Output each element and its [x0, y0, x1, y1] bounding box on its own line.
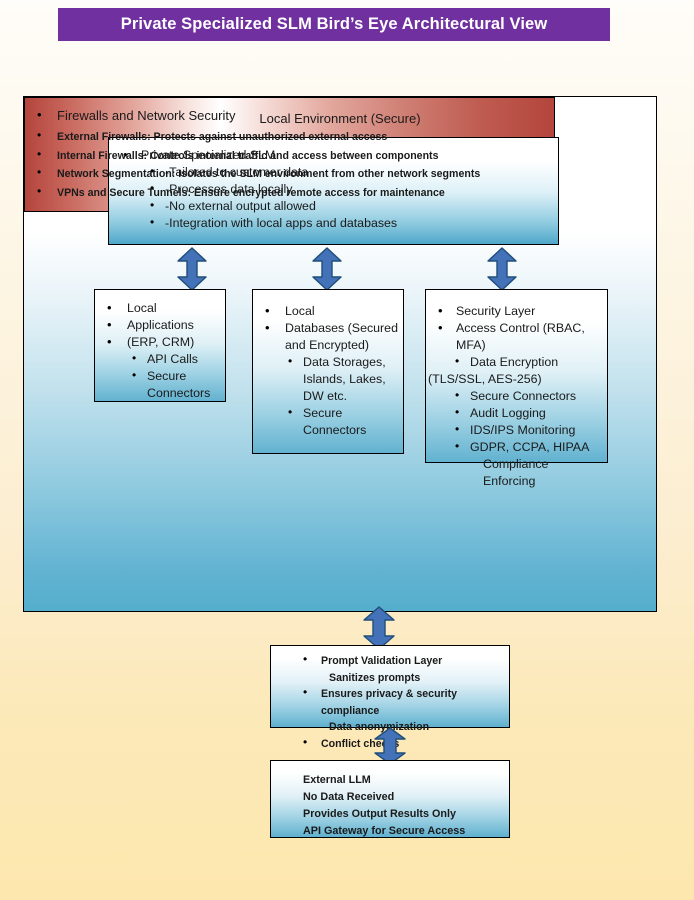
arrow-slm-to-local-databases: [311, 247, 343, 291]
db-sub-1: Secure Connectors: [283, 404, 399, 439]
external-llm-line-1: No Data Received: [303, 791, 395, 803]
apps-sub-1-continuation: Connectors: [147, 386, 211, 400]
apps-line-1: Applications: [97, 316, 221, 334]
apps-list: Local Applications (ERP, CRM): [97, 299, 221, 351]
firewall-item-0: External Firewalls: Protects against una…: [25, 126, 554, 147]
arrow-local-environment-to-prompt-validation: [362, 606, 396, 650]
firewall-item-2: Network Segmentation: Isolates the SLM e…: [25, 163, 554, 184]
apps-sub-list: API Calls Secure Connectors: [127, 350, 221, 402]
local-applications-box: Local Applications (ERP, CRM) API Calls …: [94, 289, 226, 402]
firewall-item-3: VPNs and Secure Tunnels: Ensure encrypte…: [25, 182, 554, 203]
db-sub-1-text: Secure: [303, 406, 343, 420]
security-encryption-continuation-line: (TLS/SSL, AES-256): [428, 371, 604, 388]
db-sub-0-text: Data Storages,: [303, 355, 386, 369]
db-line-0: Local: [255, 302, 399, 320]
db-sub-0-continuation-2: DW etc.: [303, 389, 348, 403]
db-sub-0: Data Storages, Islands, Lakes, DW etc.: [283, 353, 399, 405]
diagram-title-banner: Private Specialized SLM Bird’s Eye Archi…: [58, 8, 610, 41]
local-environment-container: Local Environment (Secure) Private Speci…: [23, 96, 657, 612]
apps-line-2: (ERP, CRM): [97, 333, 221, 351]
apps-sub-0: API Calls: [127, 350, 221, 368]
security-line-0: Security Layer: [428, 302, 604, 320]
apps-line-0: Local: [97, 299, 221, 317]
firewall-list: External Firewalls: Protects against una…: [25, 126, 554, 203]
external-llm-list: External LLM No Data Received Provides O…: [271, 772, 509, 840]
security-sub-0: Data Encryption: [450, 353, 604, 371]
security-encryption-continuation: (TLS/SSL, AES-256): [428, 372, 542, 386]
security-sub-list: Data Encryption (TLS/SSL, AES-256) Secur…: [428, 353, 604, 490]
firewalls-network-security-box: Firewalls and Network Security External …: [24, 97, 555, 212]
db-sub-list: Data Storages, Islands, Lakes, DW etc. S…: [283, 353, 399, 439]
security-sub-0-text: Data Encryption: [470, 355, 559, 369]
diagram-canvas: Private Specialized SLM Bird’s Eye Archi…: [0, 0, 694, 900]
prompt-validation-layer-box: Prompt Validation Layer Sanitizes prompt…: [270, 645, 510, 750]
security-compliance-continuation: Compliance Enforcing: [483, 457, 549, 488]
external-llm-line-3: API Gateway for Secure Access: [303, 825, 466, 837]
security-sub-2: Audit Logging: [450, 404, 604, 422]
security-sub-1: Secure Connectors: [450, 387, 604, 405]
prompt-item-0: Prompt Validation Layer: [271, 651, 505, 670]
security-sub-4: GDPR, CCPA, HIPAA Compliance Enforcing: [450, 438, 604, 490]
apps-sub-1-text: Secure: [147, 369, 187, 383]
slm-item-3: -Integration with local apps and databas…: [145, 214, 552, 232]
arrow-slm-to-security-layer: [486, 247, 518, 291]
security-sub-4-text: GDPR, CCPA, HIPAA: [470, 440, 590, 454]
security-layer-box: Security Layer Access Control (RBAC, MFA…: [425, 289, 608, 488]
db-sub-0-continuation-1: Islands, Lakes,: [303, 372, 386, 386]
security-line-1: Access Control (RBAC, MFA): [428, 319, 604, 354]
prompt-item-2: Ensures privacy & security compliance: [271, 684, 505, 719]
db-list: Local Databases (Secured and Encrypted): [255, 302, 399, 354]
local-databases-box: Local Databases (Secured and Encrypted) …: [252, 289, 404, 454]
diagram-title-text: Private Specialized SLM Bird’s Eye Archi…: [120, 15, 548, 33]
db-line-1-continuation: and Encrypted): [285, 338, 370, 352]
apps-sub-1: Secure Connectors: [127, 367, 221, 402]
firewall-item-1: Internal Firewalls: Controls internal tr…: [25, 145, 554, 166]
security-sub-3: IDS/IPS Monitoring: [450, 421, 604, 439]
db-sub-1-continuation: Connectors: [303, 423, 367, 437]
firewall-heading: Firewalls and Network Security: [25, 105, 554, 126]
external-llm-line-0: External LLM: [303, 774, 371, 786]
db-line-1: Databases (Secured and Encrypted): [255, 319, 399, 354]
security-list: Security Layer Access Control (RBAC, MFA…: [428, 302, 604, 354]
db-line-1-text: Databases (Secured: [285, 321, 398, 335]
external-llm-box: External LLM No Data Received Provides O…: [270, 760, 510, 838]
arrow-slm-to-local-applications: [176, 247, 208, 291]
external-llm-line-2: Provides Output Results Only: [303, 808, 456, 820]
